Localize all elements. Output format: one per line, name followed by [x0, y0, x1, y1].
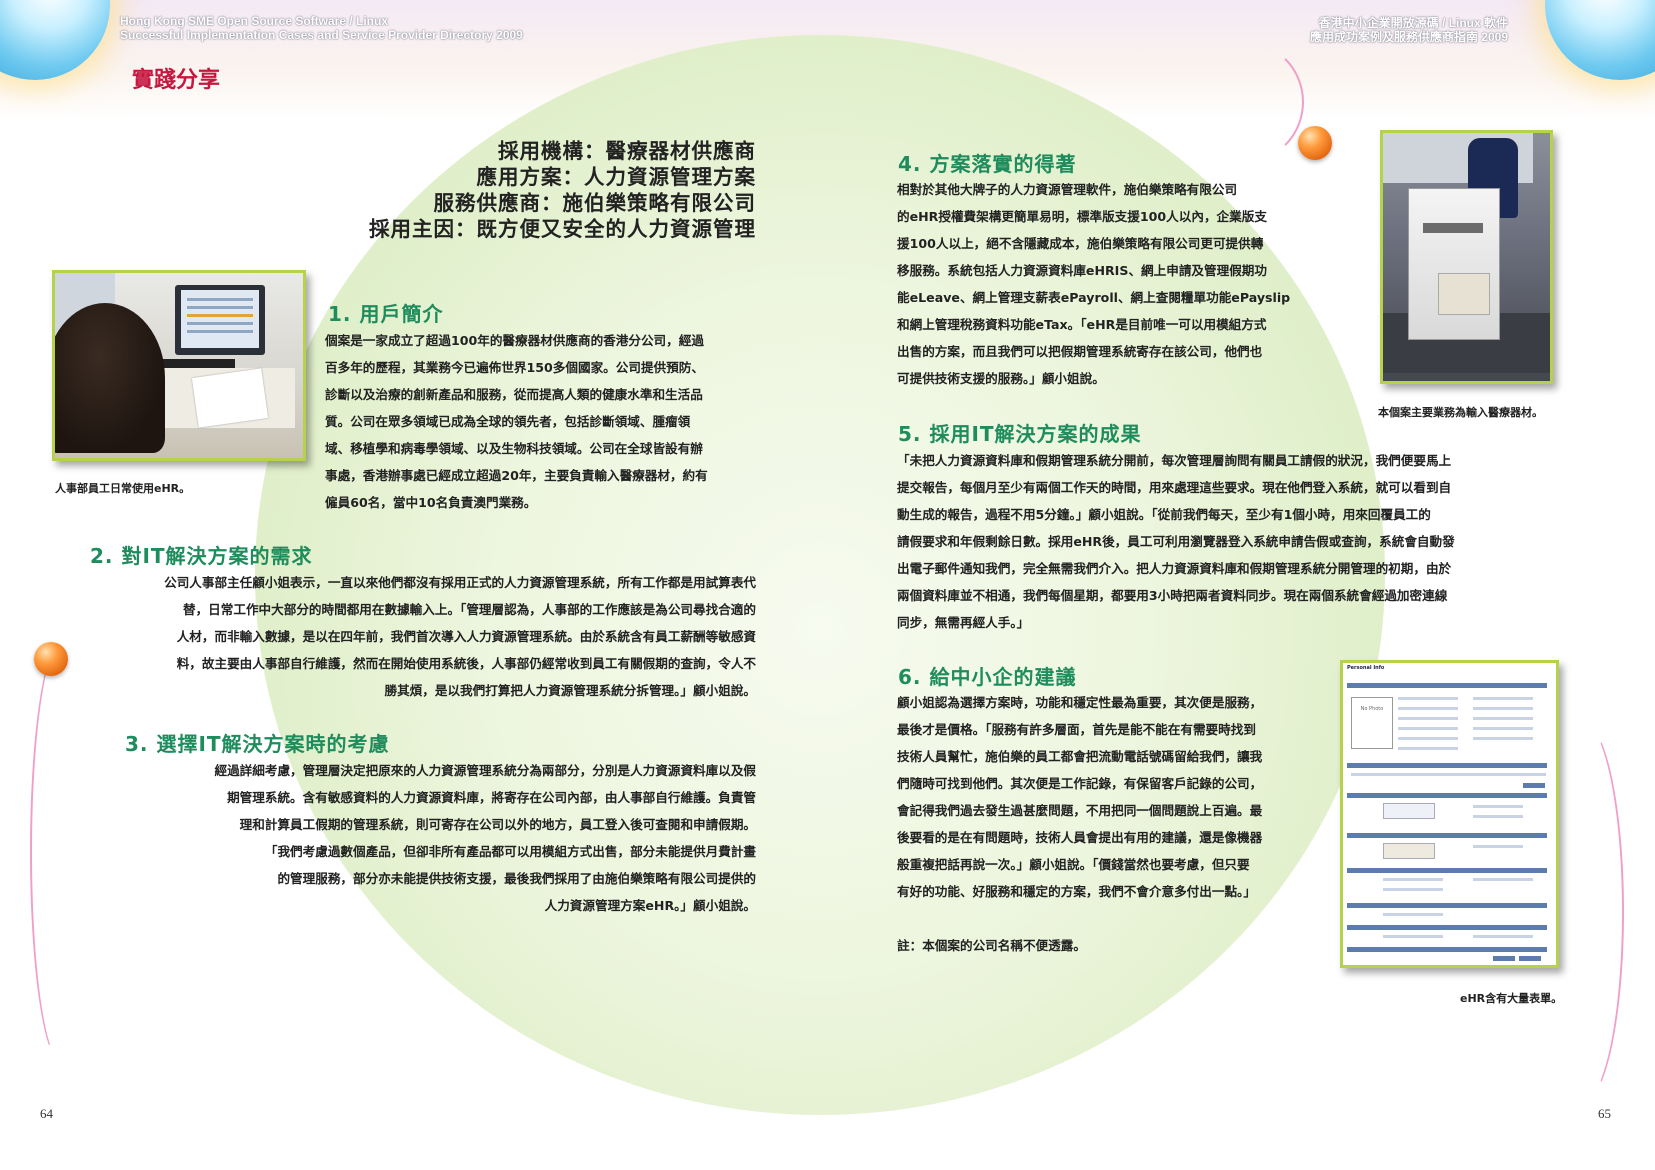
page-number-right: 65 [1598, 1106, 1611, 1121]
section2-heading: 2. 對IT解決方案的需求 [90, 544, 313, 568]
section2-line: 公司人事部主任顧小姐表示，一直以來他們都沒有採用正式的人力資源管理系統，所有工作… [164, 575, 756, 590]
section5-line: 同步，無需再經人手。」 [897, 615, 1030, 630]
section1-line: 事處，香港辦事處已經成立超過20年，主要負責輸入醫療器材，約有 [325, 468, 708, 483]
section3-heading: 3. 選擇IT解決方案時的考慮 [125, 732, 390, 756]
section6-line: 技術人員幫忙，施伯樂的員工都會把流動電話號碼留給我們，讓我 [897, 749, 1263, 764]
section2-line: 勝其煩，是以我們打算把人力資源管理系統分拆管理。」顧小姐說。 [384, 683, 756, 698]
section2-line: 人材，而非輸入數據，是以在四年前，我們首次導入人力資源管理系統。由於系統含有員工… [176, 629, 756, 644]
section4-line: 移服務。系統包括人力資源資料庫eHRIS、網上申請及管理假期功 [897, 263, 1267, 278]
section3-body: 經過詳細考慮，管理層決定把原來的人力資源管理系統分為兩部分，分別是人力資源資料庫… [120, 757, 756, 919]
brochure-spread: Hong Kong SME Open Source Software / Lin… [0, 0, 1655, 1170]
section5-line: 出電子郵件通知我們，完全無需我們介入。把人力資源資料庫和假期管理系統分開管理的初… [897, 561, 1452, 576]
section3-line: 「我們考慮過數個產品，但卻非所有產品都可以用模組方式出售，部分未能提供月費計畫 [264, 844, 756, 859]
case-summary: 採用機構：醫療器材供應商 應用方案：人力資源管理方案 服務供應商：施伯樂策略有限… [300, 138, 756, 242]
section4-line: 出售的方案，而且我們可以把假期管理系統寄存在該公司，他們也 [897, 344, 1263, 359]
section5-line: 提交報告，每個月至少有兩個工作天的時間，用來處理這些要求。現在他們登入系統，就可… [897, 480, 1452, 495]
section4-line: 相對於其他大牌子的人力資源管理軟件，施伯樂策略有限公司 [897, 182, 1238, 197]
section3-line: 人力資源管理方案eHR。」顧小姐說。 [544, 898, 756, 913]
photo3-caption: eHR含有大量表單。 [1460, 992, 1563, 1005]
header-left-line1: Hong Kong SME Open Source Software / Lin… [120, 14, 389, 28]
solution-line: 應用方案：人力資源管理方案 [476, 165, 756, 189]
section3-line: 期管理系統。含有敏感資料的人力資源資料庫，將寄存在公司內部，由人事部自行維護。負… [227, 790, 756, 805]
section4-line: 援100人以上，絕不含隱藏成本，施伯樂策略有限公司更可提供轉 [897, 236, 1264, 251]
section5-line: 請假要求和年假剩餘日數。採用eHR後，員工可利用瀏覽器登入系統申請告假或查詢，系… [897, 534, 1455, 549]
orange-orb-icon [1298, 126, 1332, 160]
device-photo [1380, 130, 1553, 384]
section3-line: 經過詳細考慮，管理層決定把原來的人力資源管理系統分為兩部分，分別是人力資源資料庫… [214, 763, 756, 778]
photo2-caption: 本個案主要業務為輸入醫療器材。 [1378, 406, 1543, 419]
section5-line: 「未把人力資源資料庫和假期管理系統分開前，每次管理層詢問有關員工請假的狀況，我們… [897, 453, 1452, 468]
section2-line: 料，故主要由人事部自行維護，然而在開始使用系統後，人事部仍經常收到員工有關假期的… [176, 656, 756, 671]
section1-line: 僱員60名，當中10名負責澳門業務。 [325, 495, 537, 510]
section6-line: 顧小姐認為選擇方案時，功能和穩定性最為重要，其次便是服務， [897, 695, 1263, 710]
section1-line: 域、移植學和病毒學領域、以及生物科技領域。公司在全球皆設有辦 [325, 441, 703, 456]
section6-line: 會記得我們過去發生過甚麼問題，不用把同一個問題說上百遍。最 [897, 803, 1263, 818]
section6-heading: 6. 給中小企的建議 [898, 665, 1077, 689]
section6-body: 顧小姐認為選擇方案時，功能和穩定性最為重要，其次便是服務， 最後才是價格。「服務… [897, 689, 1262, 905]
reason-line: 採用主因：既方便又安全的人力資源管理 [369, 217, 756, 241]
section5-line: 動生成的報告，過程不用5分鐘。」顧小姐說。「從前我們每天，至少有1個小時，用來回… [897, 507, 1431, 522]
section4-heading: 4. 方案落實的得著 [898, 152, 1077, 176]
photo1-caption: 人事部員工日常使用eHR。 [55, 482, 191, 495]
section3-line: 理和計算員工假期的管理系統，則可寄存在公司以外的地方，員工登入後可查閱和申請假期… [239, 817, 756, 832]
header-right-line1: 香港中小企業開放源碼 / Linux 軟件 [1318, 16, 1508, 30]
section6-line: 們隨時可找到他們。其次便是工作記錄，有保留客戶記錄的公司， [897, 776, 1263, 791]
section2-line: 替，日常工作中大部分的時間都用在數據輸入上。「管理層認為，人事部的工作應該是為公… [182, 602, 756, 617]
decorative-arc [1180, 40, 1304, 164]
header-left: Hong Kong SME Open Source Software / Lin… [120, 14, 523, 42]
section6-line: 般重複把話再說一次。」顧小姐說。「價錢當然也要考慮，但只要 [897, 857, 1250, 872]
section4-line: 能eLeave、網上管理支薪表ePayroll、網上查閱糧單功能ePayslip [897, 290, 1291, 305]
section1-line: 質。公司在眾多領域已成為全球的領先者，包括診斷領域、腫瘤領 [325, 414, 691, 429]
section4-body: 相對於其他大牌子的人力資源管理軟件，施伯樂策略有限公司 的eHR授權費架構更簡單… [897, 176, 1290, 392]
section1-body: 個案是一家成立了超過100年的醫療器材供應商的香港分公司，經過 百多年的歷程，其… [325, 327, 708, 516]
form-screenshot: Personal Info No Photo [1340, 660, 1559, 968]
section1-line: 百多年的歷程，其業務今已遍佈世界150多個國家。公司提供預防、 [325, 360, 704, 375]
page-number-left: 64 [40, 1106, 53, 1121]
adopter-line: 採用機構：醫療器材供應商 [498, 139, 756, 163]
section6-line: 最後才是價格。「服務有許多層面，首先是能不能在有需要時找到 [897, 722, 1256, 737]
case-note: 註：本個案的公司名稱不便透露。 [897, 938, 1086, 953]
header-left-line2: Successful Implementation Cases and Serv… [120, 28, 523, 42]
provider-line: 服務供應商：施伯樂策略有限公司 [433, 191, 756, 215]
photo-placeholder: No Photo [1351, 697, 1393, 749]
section-tag: 實踐分享 [132, 68, 221, 93]
section5-line: 兩個資料庫並不相通，我們每個星期，都要用3小時把兩者資料同步。現在兩個系統會經過… [897, 588, 1448, 603]
section5-heading: 5. 採用IT解決方案的成果 [898, 422, 1142, 446]
section1-heading: 1. 用戶簡介 [328, 302, 444, 326]
section1-line: 個案是一家成立了超過100年的醫療器材供應商的香港分公司，經過 [325, 333, 704, 348]
section4-line: 的eHR授權費架構更簡單易明，標準版支援100人以內，企業版支 [897, 209, 1267, 224]
section1-line: 診斷以及治療的創新產品和服務，從而提高人類的健康水準和生活品 [325, 387, 703, 402]
section4-line: 和網上管理稅務資料功能eTax。「eHR是目前唯一可以用模組方式 [897, 317, 1267, 332]
section5-body: 「未把人力資源資料庫和假期管理系統分開前，每次管理層詢問有關員工請假的狀況，我們… [897, 447, 1455, 636]
section3-line: 的管理服務，部分亦未能提供技術支援，最後我們採用了由施伯樂策略有限公司提供的 [277, 871, 756, 886]
header-right: 香港中小企業開放源碼 / Linux 軟件 應用成功案例及服務供應商指南 200… [1298, 16, 1508, 44]
office-photo [52, 270, 306, 461]
section2-body: 公司人事部主任顧小姐表示，一直以來他們都沒有採用正式的人力資源管理系統，所有工作… [60, 569, 756, 704]
form-title: Personal Info [1347, 665, 1385, 671]
section6-line: 有好的功能、好服務和穩定的方案，我們不會介意多付出一點。」 [897, 884, 1256, 899]
section6-line: 後要看的是在有問題時，技術人員會提出有用的建議，還是像機器 [897, 830, 1263, 845]
header-right-line2: 應用成功案例及服務供應商指南 2009 [1309, 30, 1508, 44]
section4-line: 可提供技術支援的服務。」顧小姐說。 [897, 371, 1105, 386]
